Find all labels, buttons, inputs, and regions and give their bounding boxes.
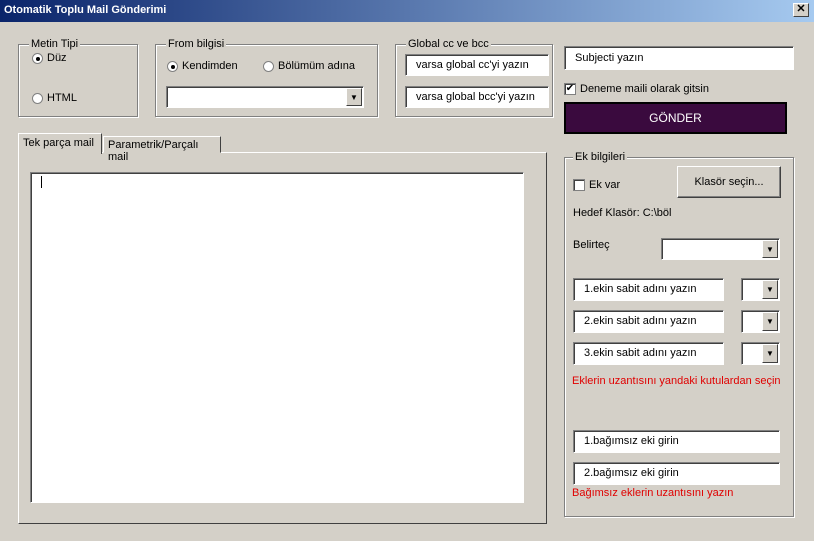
global-cc-input[interactable]: varsa global cc'yi yazın: [405, 54, 549, 76]
subject-input[interactable]: Subjecti yazın: [564, 46, 794, 70]
tab-parametrik[interactable]: Parametrik/Parçalı mail: [103, 136, 221, 163]
title-bar: Otomatik Toplu Mail Gönderimi ✕: [0, 0, 814, 22]
test-mail-label: Deneme maili olarak gitsin: [580, 83, 709, 95]
chevron-down-icon[interactable]: ▼: [762, 240, 778, 258]
radio-kendimden[interactable]: Kendimden: [167, 60, 238, 72]
chevron-down-icon[interactable]: ▼: [762, 280, 778, 299]
radio-dot-icon: [263, 60, 274, 72]
extension-hint: Eklerin uzantısını yandaki kutulardan se…: [572, 375, 781, 387]
radio-duz-label: Düz: [47, 52, 67, 64]
window-title: Otomatik Toplu Mail Gönderimi: [4, 4, 167, 16]
ek-var-checkbox[interactable]: Ek var: [573, 179, 620, 191]
independent-attachment-1-input[interactable]: 1.bağımsız eki girin: [573, 430, 780, 453]
attachment-2-ext-dropdown[interactable]: ▼: [741, 310, 780, 333]
from-label: From bilgisi: [166, 38, 227, 50]
folder-select-button[interactable]: Klasör seçin...: [677, 166, 781, 198]
attachment-2-input[interactable]: 2.ekin sabit adını yazın: [573, 310, 724, 333]
radio-dot-icon: [167, 60, 178, 72]
metin-tipi-label: Metin Tipi: [29, 38, 81, 50]
independent-hint: Bağımsız eklerin uzantısını yazın: [572, 487, 734, 499]
chevron-down-icon[interactable]: ▼: [762, 312, 778, 331]
attachment-1-ext-dropdown[interactable]: ▼: [741, 278, 780, 301]
test-mail-checkbox[interactable]: ✔ Deneme maili olarak gitsin: [564, 83, 709, 95]
checkbox-box: [573, 179, 585, 191]
ek-bilgileri-label: Ek bilgileri: [573, 151, 628, 163]
global-cc-label: Global cc ve bcc: [406, 38, 491, 50]
checkmark-icon: ✔: [564, 83, 576, 95]
target-folder-text: Hedef Klasör: C:\böl: [573, 207, 672, 219]
radio-html[interactable]: HTML: [32, 92, 77, 104]
global-bcc-input[interactable]: varsa global bcc'yi yazın: [405, 86, 549, 108]
mail-body-textarea[interactable]: [30, 172, 524, 503]
independent-attachment-2-input[interactable]: 2.bağımsız eki girin: [573, 462, 780, 485]
from-dropdown[interactable]: ▼: [166, 86, 364, 108]
radio-dot-icon: [32, 92, 43, 104]
attachment-3-input[interactable]: 3.ekin sabit adını yazın: [573, 342, 724, 365]
belirtec-label: Belirteç: [573, 239, 610, 251]
radio-dot-icon: [32, 52, 43, 64]
text-cursor: [41, 176, 42, 188]
ek-var-label: Ek var: [589, 179, 621, 191]
send-button[interactable]: GÖNDER: [564, 102, 787, 134]
radio-bolumum[interactable]: Bölümüm adına: [263, 60, 355, 72]
radio-bolumum-label: Bölümüm adına: [278, 60, 356, 72]
chevron-down-icon[interactable]: ▼: [346, 88, 362, 106]
attachment-1-input[interactable]: 1.ekin sabit adını yazın: [573, 278, 724, 301]
chevron-down-icon[interactable]: ▼: [762, 344, 778, 363]
close-icon[interactable]: ✕: [793, 3, 809, 17]
attachment-3-ext-dropdown[interactable]: ▼: [741, 342, 780, 365]
radio-html-label: HTML: [47, 92, 77, 104]
belirtec-dropdown[interactable]: ▼: [661, 238, 780, 260]
radio-duz[interactable]: Düz: [32, 52, 67, 64]
radio-kendimden-label: Kendimden: [182, 60, 238, 72]
tab-tek-parca[interactable]: Tek parça mail: [18, 133, 102, 154]
